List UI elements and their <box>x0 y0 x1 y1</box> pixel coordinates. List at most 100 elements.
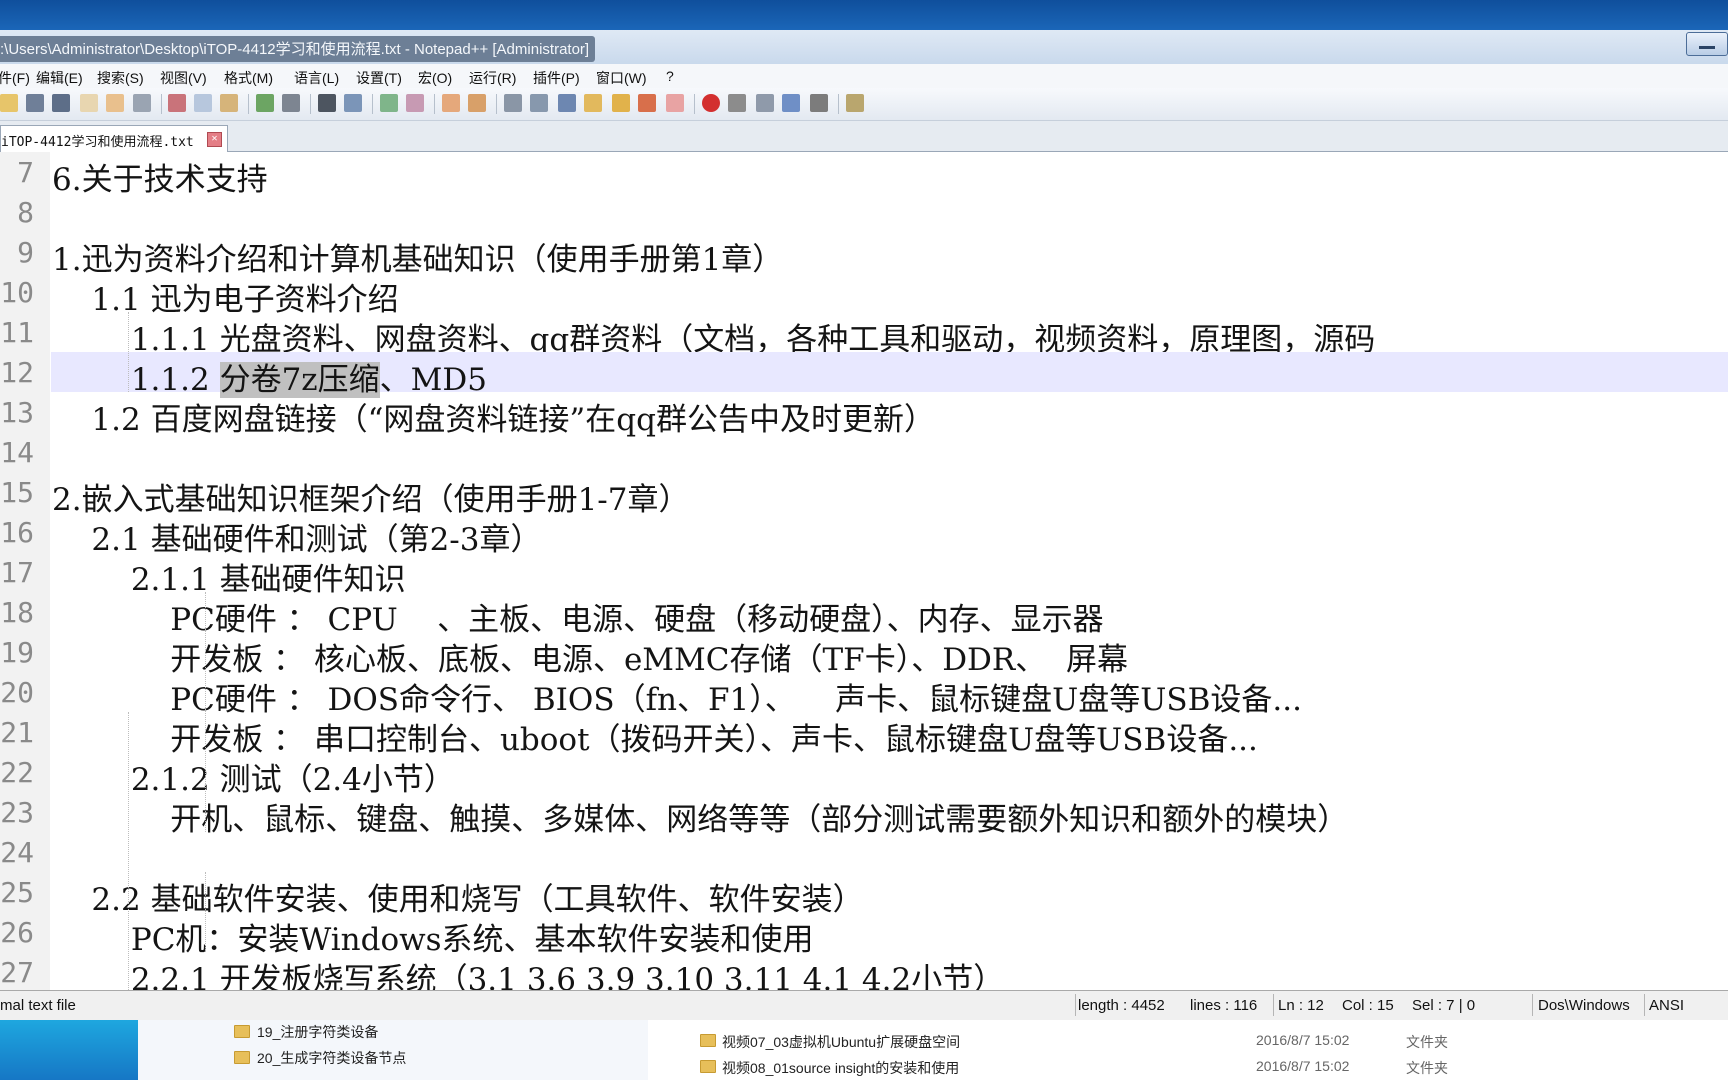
line-number: 20 <box>0 676 34 709</box>
status-lines: lines : 116 <box>1190 997 1258 1014</box>
close-icon[interactable]: ✕ <box>207 132 222 147</box>
tab-document[interactable]: iTOP-4412学习和使用流程.txt ✕ <box>0 125 228 152</box>
folder-icon <box>234 1051 250 1064</box>
line-number: 26 <box>0 916 34 949</box>
status-length: length : 4452 <box>1078 997 1165 1014</box>
function-list-icon[interactable] <box>638 94 656 112</box>
editor-line: 27 2.2.1 开发板烧写系统（3.1 3.6 3.9 3.10 3.11 4… <box>0 952 1728 990</box>
folder-workspace-icon[interactable] <box>666 94 684 112</box>
zoom-in-icon[interactable] <box>380 94 398 112</box>
toolbar-separator <box>161 94 162 114</box>
status-file-type: mal text file <box>0 997 76 1014</box>
stop-macro-icon[interactable] <box>728 94 746 112</box>
toolbar-separator <box>248 94 249 114</box>
menu-bar: 文件(F) 编辑(E) 搜索(S) 视图(V) 格式(M) 语言(L) 设置(T… <box>0 64 1728 89</box>
status-eol: Dos\Windows <box>1538 997 1630 1014</box>
save-macro-icon[interactable] <box>810 94 828 112</box>
toolbar-separator <box>310 94 311 114</box>
line-number: 8 <box>17 196 34 229</box>
plugin-icon[interactable] <box>846 94 864 112</box>
editor-line: 14 <box>0 432 1728 472</box>
editor-line: 16 2.1 基础硬件和测试（第2-3章） <box>0 512 1728 558</box>
toolbar-separator <box>372 94 373 114</box>
title-bar[interactable]: :\Users\Administrator\Desktop\iTOP-4412学… <box>0 30 1728 65</box>
toolbar <box>0 88 1728 121</box>
word-wrap-icon[interactable] <box>504 94 522 112</box>
editor-line: 19 开发板 ： 核心板、底板、电源、eMMC存储（TF卡）、DDR、 屏幕 <box>0 632 1728 678</box>
user-lang-icon[interactable] <box>584 94 602 112</box>
new-file-icon[interactable] <box>0 94 18 112</box>
show-all-chars-icon[interactable] <box>530 94 548 112</box>
status-separator <box>1532 994 1533 1016</box>
toolbar-separator <box>838 94 839 114</box>
status-bar: mal text file length : 4452 lines : 116 … <box>0 990 1728 1021</box>
status-ln: Ln : 12 <box>1278 997 1324 1014</box>
window-title: :\Users\Administrator\Desktop\iTOP-4412学… <box>0 36 596 62</box>
undo-icon[interactable] <box>256 94 274 112</box>
paste-icon[interactable] <box>220 94 238 112</box>
record-macro-icon[interactable] <box>702 94 720 112</box>
menu-window[interactable]: 窗口(W) <box>596 68 647 88</box>
file-name[interactable]: 视频07_03虚拟机Ubuntu扩展硬盘空间 <box>722 1032 960 1052</box>
menu-settings[interactable]: 设置(T) <box>356 68 402 88</box>
line-text: 2.2.1 开发板烧写系统（3.1 3.6 3.9 3.10 3.11 4.1 … <box>52 962 1005 990</box>
save-icon[interactable] <box>26 94 44 112</box>
file-name[interactable]: 视频08_01source insight的安装和使用 <box>722 1058 959 1078</box>
editor-area[interactable]: 7 6.关于技术支持 8 9 1.迅为资料介绍和计算机基础知识（使用手册第1章）… <box>0 152 1728 990</box>
play-macro-icon[interactable] <box>756 94 774 112</box>
sync-horizontal-icon[interactable] <box>468 94 486 112</box>
menu-file[interactable]: 文件(F) <box>0 68 30 88</box>
menu-run[interactable]: 运行(R) <box>469 68 516 88</box>
run-macro-multiple-icon[interactable] <box>782 94 800 112</box>
menu-help[interactable]: ? <box>666 68 674 84</box>
editor-line: 7 6.关于技术支持 <box>0 152 1728 198</box>
explorer-tree: 19_注册字符类设备 20_生成字符类设备节点 <box>138 1020 648 1080</box>
editor-line: 24 <box>0 832 1728 872</box>
menu-search[interactable]: 搜索(S) <box>97 68 144 88</box>
line-number: 15 <box>0 476 34 509</box>
menu-format[interactable]: 格式(M) <box>224 68 273 88</box>
status-separator <box>1644 994 1645 1016</box>
status-sel: Sel : 7 | 0 <box>1412 997 1476 1014</box>
menu-view[interactable]: 视图(V) <box>160 68 207 88</box>
editor-line: 9 1.迅为资料介绍和计算机基础知识（使用手册第1章） <box>0 232 1728 278</box>
folder-icon <box>700 1034 716 1047</box>
replace-icon[interactable] <box>344 94 362 112</box>
tree-item[interactable]: 19_注册字符类设备 <box>257 1022 378 1042</box>
minimize-button[interactable] <box>1686 32 1728 56</box>
menu-edit[interactable]: 编辑(E) <box>36 68 83 88</box>
close-file-icon[interactable] <box>80 94 98 112</box>
cut-icon[interactable] <box>168 94 186 112</box>
status-col: Col : 15 <box>1342 997 1394 1014</box>
line-number: 7 <box>17 156 34 189</box>
line-number: 14 <box>0 436 34 469</box>
doc-map-icon[interactable] <box>612 94 630 112</box>
line-number: 17 <box>0 556 34 589</box>
editor-line: 21 开发板 ： 串口控制台、uboot（拨码开关）、声卡、鼠标键盘U盘等USB… <box>0 712 1728 758</box>
tab-label: iTOP-4412学习和使用流程.txt <box>1 135 194 150</box>
indent-guide <box>205 592 206 832</box>
menu-macro[interactable]: 宏(O) <box>418 68 452 88</box>
copy-icon[interactable] <box>194 94 212 112</box>
close-all-icon[interactable] <box>106 94 124 112</box>
indent-guide-icon[interactable] <box>558 94 576 112</box>
background-explorer-window: 19_注册字符类设备 20_生成字符类设备节点 视频07_03虚拟机Ubuntu… <box>0 1020 1728 1080</box>
menu-plugins[interactable]: 插件(P) <box>533 68 580 88</box>
explorer-file-list: 视频07_03虚拟机Ubuntu扩展硬盘空间 2016/8/7 15:02 文件… <box>670 1020 1728 1080</box>
redo-icon[interactable] <box>282 94 300 112</box>
editor-line: 25 2.2 基础软件安装、使用和烧写（工具软件、软件安装） <box>0 872 1728 918</box>
print-icon[interactable] <box>133 94 151 112</box>
tree-item[interactable]: 20_生成字符类设备节点 <box>257 1048 406 1068</box>
line-number: 25 <box>0 876 34 909</box>
sync-vertical-icon[interactable] <box>442 94 460 112</box>
editor-line: 11 1.1.1 光盘资料、网盘资料、qq群资料（文档，各种工具和驱动，视频资料… <box>0 312 1728 358</box>
find-icon[interactable] <box>318 94 336 112</box>
menu-language[interactable]: 语言(L) <box>294 68 339 88</box>
editor-line: 23 开机、鼠标、键盘、触摸、多媒体、网络等等（部分测试需要额外知识和额外的模块… <box>0 792 1728 838</box>
editor-line: 15 2.嵌入式基础知识框架介绍（使用手册1-7章） <box>0 472 1728 518</box>
save-all-icon[interactable] <box>52 94 70 112</box>
file-type: 文件夹 <box>1406 1034 1448 1050</box>
indent-guide <box>128 312 129 392</box>
toolbar-separator <box>496 94 497 114</box>
zoom-out-icon[interactable] <box>406 94 424 112</box>
